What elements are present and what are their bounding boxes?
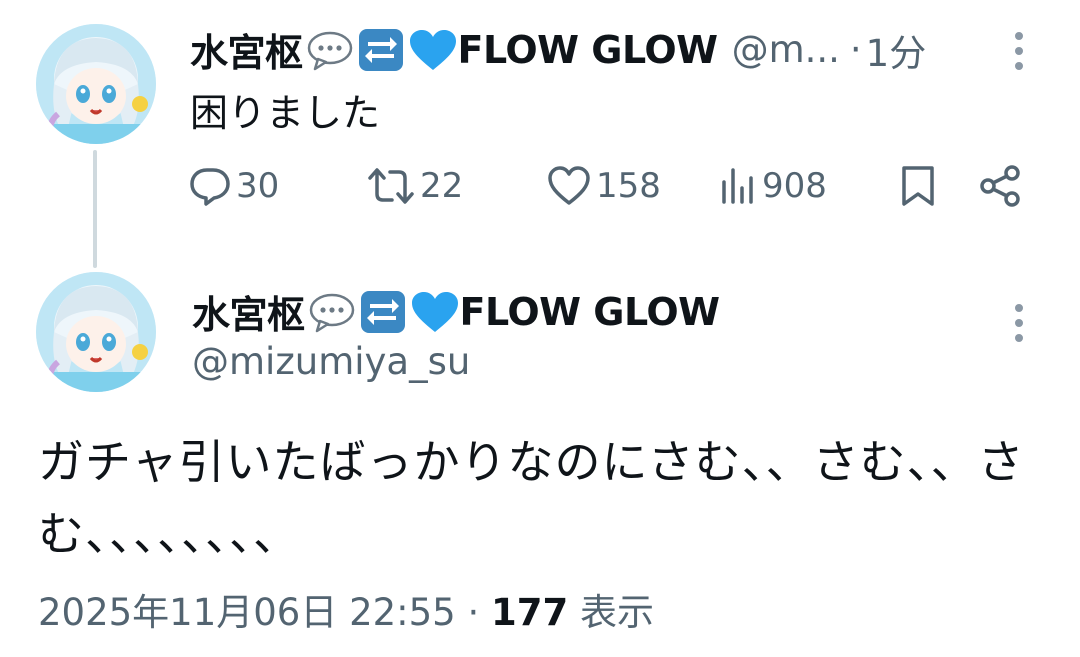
display-name[interactable]: 水宮枢 bbox=[190, 22, 303, 77]
heart-icon bbox=[548, 166, 590, 205]
views-button[interactable]: 908 bbox=[718, 160, 827, 212]
tweet-date[interactable]: 2025年11月06日 22:55 bbox=[38, 591, 456, 634]
like-count: 158 bbox=[596, 166, 661, 206]
action-bar: 30 22 158 908 bbox=[188, 160, 1028, 212]
handle[interactable]: @m... bbox=[732, 28, 840, 71]
retweet-button[interactable]: 22 bbox=[366, 160, 463, 212]
handle[interactable]: @mizumiya_su bbox=[192, 340, 470, 383]
reply-icon bbox=[190, 168, 230, 206]
blue-heart-emoji-icon bbox=[408, 28, 458, 72]
reply-button[interactable]: 30 bbox=[188, 160, 279, 212]
view-count: 908 bbox=[762, 166, 827, 206]
more-vertical-icon[interactable] bbox=[1012, 32, 1026, 70]
avatar[interactable] bbox=[36, 272, 156, 392]
avatar-image bbox=[36, 24, 156, 144]
timestamp[interactable]: 1分 bbox=[866, 23, 927, 77]
display-name[interactable]: 水宮枢 bbox=[192, 284, 305, 339]
time-separator: · bbox=[849, 28, 862, 71]
view-count: 177 bbox=[491, 591, 569, 634]
retweet-count: 22 bbox=[420, 166, 464, 206]
display-name-suffix: FLOW GLOW bbox=[457, 27, 719, 72]
tweet-text: ガチャ引いたばっかりなのにさむ、、さむ、、さむ、、、、、、、、 bbox=[38, 435, 1025, 561]
speech-balloon-emoji-icon bbox=[306, 29, 354, 71]
meta-separator: · bbox=[467, 591, 480, 634]
main-name-row: 水宮枢 FLOW GLOW bbox=[192, 284, 720, 339]
retweet-icon bbox=[368, 168, 414, 204]
share-icon bbox=[980, 165, 1020, 207]
reply-count: 30 bbox=[236, 166, 280, 206]
thread-connector-line bbox=[93, 150, 97, 268]
avatar[interactable] bbox=[36, 24, 156, 144]
speech-balloon-emoji-icon bbox=[308, 291, 356, 333]
blue-heart-emoji-icon bbox=[410, 290, 460, 334]
repeat-emoji-icon bbox=[357, 27, 405, 73]
reply-name-row: 水宮枢 FLOW GLOW @m... · 1分 bbox=[190, 22, 926, 77]
avatar-image bbox=[36, 272, 156, 392]
like-button[interactable]: 158 bbox=[546, 160, 661, 212]
tweet-meta: 2025年11月06日 22:55 · 177 表示 bbox=[38, 582, 654, 636]
views-chart-icon bbox=[722, 168, 753, 204]
bookmark-button[interactable] bbox=[900, 160, 936, 212]
share-button[interactable] bbox=[978, 160, 1022, 212]
view-label: 表示 bbox=[580, 591, 655, 634]
more-vertical-icon[interactable] bbox=[1012, 304, 1026, 342]
repeat-emoji-icon bbox=[359, 289, 407, 335]
tweet-text: 困りました bbox=[190, 91, 381, 135]
display-name-suffix: FLOW GLOW bbox=[459, 289, 721, 334]
bookmark-icon bbox=[902, 166, 934, 206]
